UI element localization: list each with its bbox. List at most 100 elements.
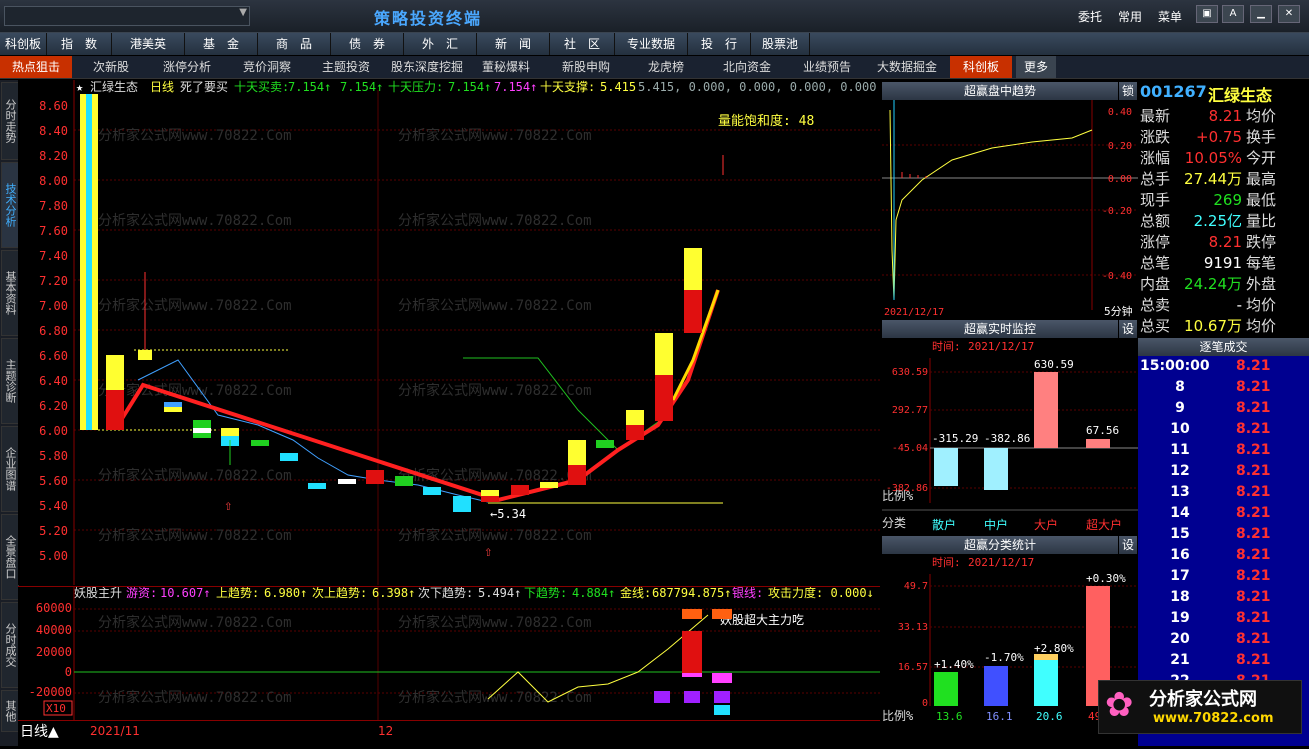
sub-f-value: 687794.875↑ — [652, 587, 731, 600]
formula-name[interactable]: 死了要买 — [180, 80, 228, 94]
trend-interval[interactable]: 5分钟 — [1104, 304, 1133, 318]
trade-row[interactable]: 8 8.21 — [1138, 377, 1309, 398]
tab-forecast[interactable]: 业绩预告 — [790, 56, 864, 78]
menu-item-hk[interactable]: 港美英 — [112, 33, 185, 55]
price-tick: 7.60 — [39, 224, 68, 238]
vtab-intraday[interactable]: 分时走势 — [1, 82, 19, 160]
tab-more[interactable]: 更多 — [1016, 56, 1056, 78]
star-icon[interactable]: ★ — [76, 80, 83, 94]
menu-item-pool[interactable]: 股票池 — [751, 33, 810, 55]
title-bar: ▼ 策略投资终端 委托 常用 菜单 ▣ A ▁ ✕ — [0, 0, 1309, 33]
trade-row[interactable]: 11 8.21 — [1138, 440, 1309, 461]
trade-row[interactable]: 20 8.21 — [1138, 629, 1309, 650]
tab-hot[interactable]: 热点狙击 — [0, 56, 72, 78]
vtab-diagnosis[interactable]: 主题诊断 — [1, 338, 19, 424]
menu-item-news[interactable]: 新 闻 — [477, 33, 550, 55]
vtab-other[interactable]: 其他 — [1, 690, 19, 732]
vtab-trades[interactable]: 分时成交 — [1, 602, 19, 688]
menu-button[interactable]: 菜单 — [1158, 8, 1182, 25]
minimize-icon[interactable]: ▁ — [1250, 5, 1272, 23]
trade-row[interactable]: 14 8.21 — [1138, 503, 1309, 524]
chevron-down-icon[interactable]: ▼ — [239, 7, 247, 18]
tab-north[interactable]: 北向资金 — [708, 56, 786, 78]
sub-indicator-name[interactable]: 妖股主升 — [74, 587, 122, 600]
quote-value: 10.05% — [1184, 149, 1242, 167]
close-icon[interactable]: ✕ — [1278, 5, 1300, 23]
sub-indicator-chart[interactable]: 分析家公式网www.70822.Com 分析家公式网www.70822.Com … — [18, 586, 880, 721]
chart-period[interactable]: 日线 — [150, 80, 174, 94]
trend-tick: -0.20 — [1102, 206, 1132, 217]
up-arrow-icon: ⇧ — [484, 544, 492, 560]
trade-row[interactable]: 15:00:00 8.21 — [1138, 356, 1309, 377]
trade-price: 8.21 — [1236, 610, 1271, 626]
watermark: 分析家公式网www.70822.Com — [98, 212, 292, 229]
quote-label: 跌停 — [1246, 233, 1277, 251]
menu-item-commodity[interactable]: 商 品 — [258, 33, 331, 55]
kline-chart[interactable]: 分析家公式网www.70822.Com 分析家公式网www.70822.Com … — [18, 80, 880, 585]
tile-icon[interactable]: ▣ — [1196, 5, 1218, 23]
trade-time: 15 — [1170, 526, 1190, 542]
tab-ipo[interactable]: 新股申购 — [548, 56, 624, 78]
lock-button[interactable]: 锁 — [1119, 82, 1137, 100]
tab-bigdata[interactable]: 大数据掘金 — [868, 56, 946, 78]
watermark: 分析家公式网www.70822.Com — [398, 527, 592, 544]
price-tick: 6.60 — [39, 349, 68, 363]
indicator2-value2: 7.154↑ — [494, 80, 537, 94]
trade-row[interactable]: 13 8.21 — [1138, 482, 1309, 503]
period-selector[interactable]: 日线▲ — [20, 721, 59, 741]
trend-chart[interactable]: 0.40 0.20 0.00 -0.20 -0.40 2021/12/17 5分… — [882, 100, 1138, 318]
trade-row[interactable]: 10 8.21 — [1138, 419, 1309, 440]
quote-value: 27.44万 — [1184, 170, 1242, 188]
tab-shareholder[interactable]: 股东深度挖掘 — [386, 56, 468, 78]
sub-g-value: 攻击力度: 0.000↓ — [768, 587, 874, 600]
trade-row[interactable]: 21 8.21 — [1138, 650, 1309, 671]
category-medium: 中户 — [984, 517, 1008, 532]
stock-code: 001267 — [1140, 82, 1207, 101]
menu-item-star[interactable]: 科创板 — [0, 33, 47, 55]
tab-limitup[interactable]: 涨停分析 — [150, 56, 224, 78]
trade-row[interactable]: 9 8.21 — [1138, 398, 1309, 419]
search-input[interactable]: ▼ — [4, 6, 250, 26]
monitor-settings-button[interactable]: 设 — [1119, 320, 1137, 338]
tab-newstock[interactable]: 次新股 — [74, 56, 148, 78]
order-button[interactable]: 委托 — [1078, 8, 1102, 25]
sub-d-name: 次下趋势: — [418, 587, 473, 600]
trade-row[interactable]: 12 8.21 — [1138, 461, 1309, 482]
price-tick: 6.20 — [39, 399, 68, 413]
price-tick: 7.80 — [39, 199, 68, 213]
menu-item-prodata[interactable]: 专业数据 — [615, 33, 688, 55]
monitor-date: 2021/12/17 — [968, 340, 1034, 353]
watermark: 分析家公式网www.70822.Com — [98, 614, 292, 631]
classify-settings-button[interactable]: 设 — [1119, 536, 1137, 554]
vtab-graph[interactable]: 企业图谱 — [1, 426, 19, 512]
tab-auction[interactable]: 竞价洞察 — [228, 56, 306, 78]
vtab-technical[interactable]: 技术分析 — [1, 162, 19, 248]
trade-row[interactable]: 16 8.21 — [1138, 545, 1309, 566]
trend-date: 2021/12/17 — [884, 307, 944, 318]
quote-label: 涨停 — [1140, 233, 1171, 251]
tab-dragon[interactable]: 龙虎榜 — [628, 56, 704, 78]
trade-row[interactable]: 18 8.21 — [1138, 587, 1309, 608]
price-tick: 8.20 — [39, 149, 68, 163]
menu-item-community[interactable]: 社 区 — [550, 33, 615, 55]
trade-row[interactable]: 19 8.21 — [1138, 608, 1309, 629]
tab-theme[interactable]: 主题投资 — [308, 56, 384, 78]
menu-item-forex[interactable]: 外 汇 — [404, 33, 477, 55]
trade-row[interactable]: 17 8.21 — [1138, 566, 1309, 587]
tab-star[interactable]: 科创板 — [950, 56, 1012, 78]
menu-item-ib[interactable]: 投 行 — [688, 33, 751, 55]
quote-panel: 001267 汇绿生态 最新 8.21 均价 涨跌 +0.75 换手 涨幅 10.05% 今开总… — [1138, 82, 1309, 338]
menu-item-bond[interactable]: 债 券 — [331, 33, 404, 55]
sub-d-value: 5.494↑ — [478, 587, 521, 600]
vtab-panorama[interactable]: 全景盘口 — [1, 514, 19, 600]
menu-item-fund[interactable]: 基 金 — [185, 33, 258, 55]
price-tick: 5.20 — [39, 524, 68, 538]
classify-ratio: 20.6 — [1036, 710, 1063, 723]
vtab-profile[interactable]: 基本资料 — [1, 250, 19, 336]
sub-tick: 40000 — [36, 623, 72, 637]
menu-item-index[interactable]: 指 数 — [47, 33, 112, 55]
common-button[interactable]: 常用 — [1118, 8, 1142, 25]
trade-row[interactable]: 15 8.21 — [1138, 524, 1309, 545]
tab-secretary[interactable]: 董秘爆料 — [470, 56, 542, 78]
font-icon[interactable]: A — [1222, 5, 1244, 23]
